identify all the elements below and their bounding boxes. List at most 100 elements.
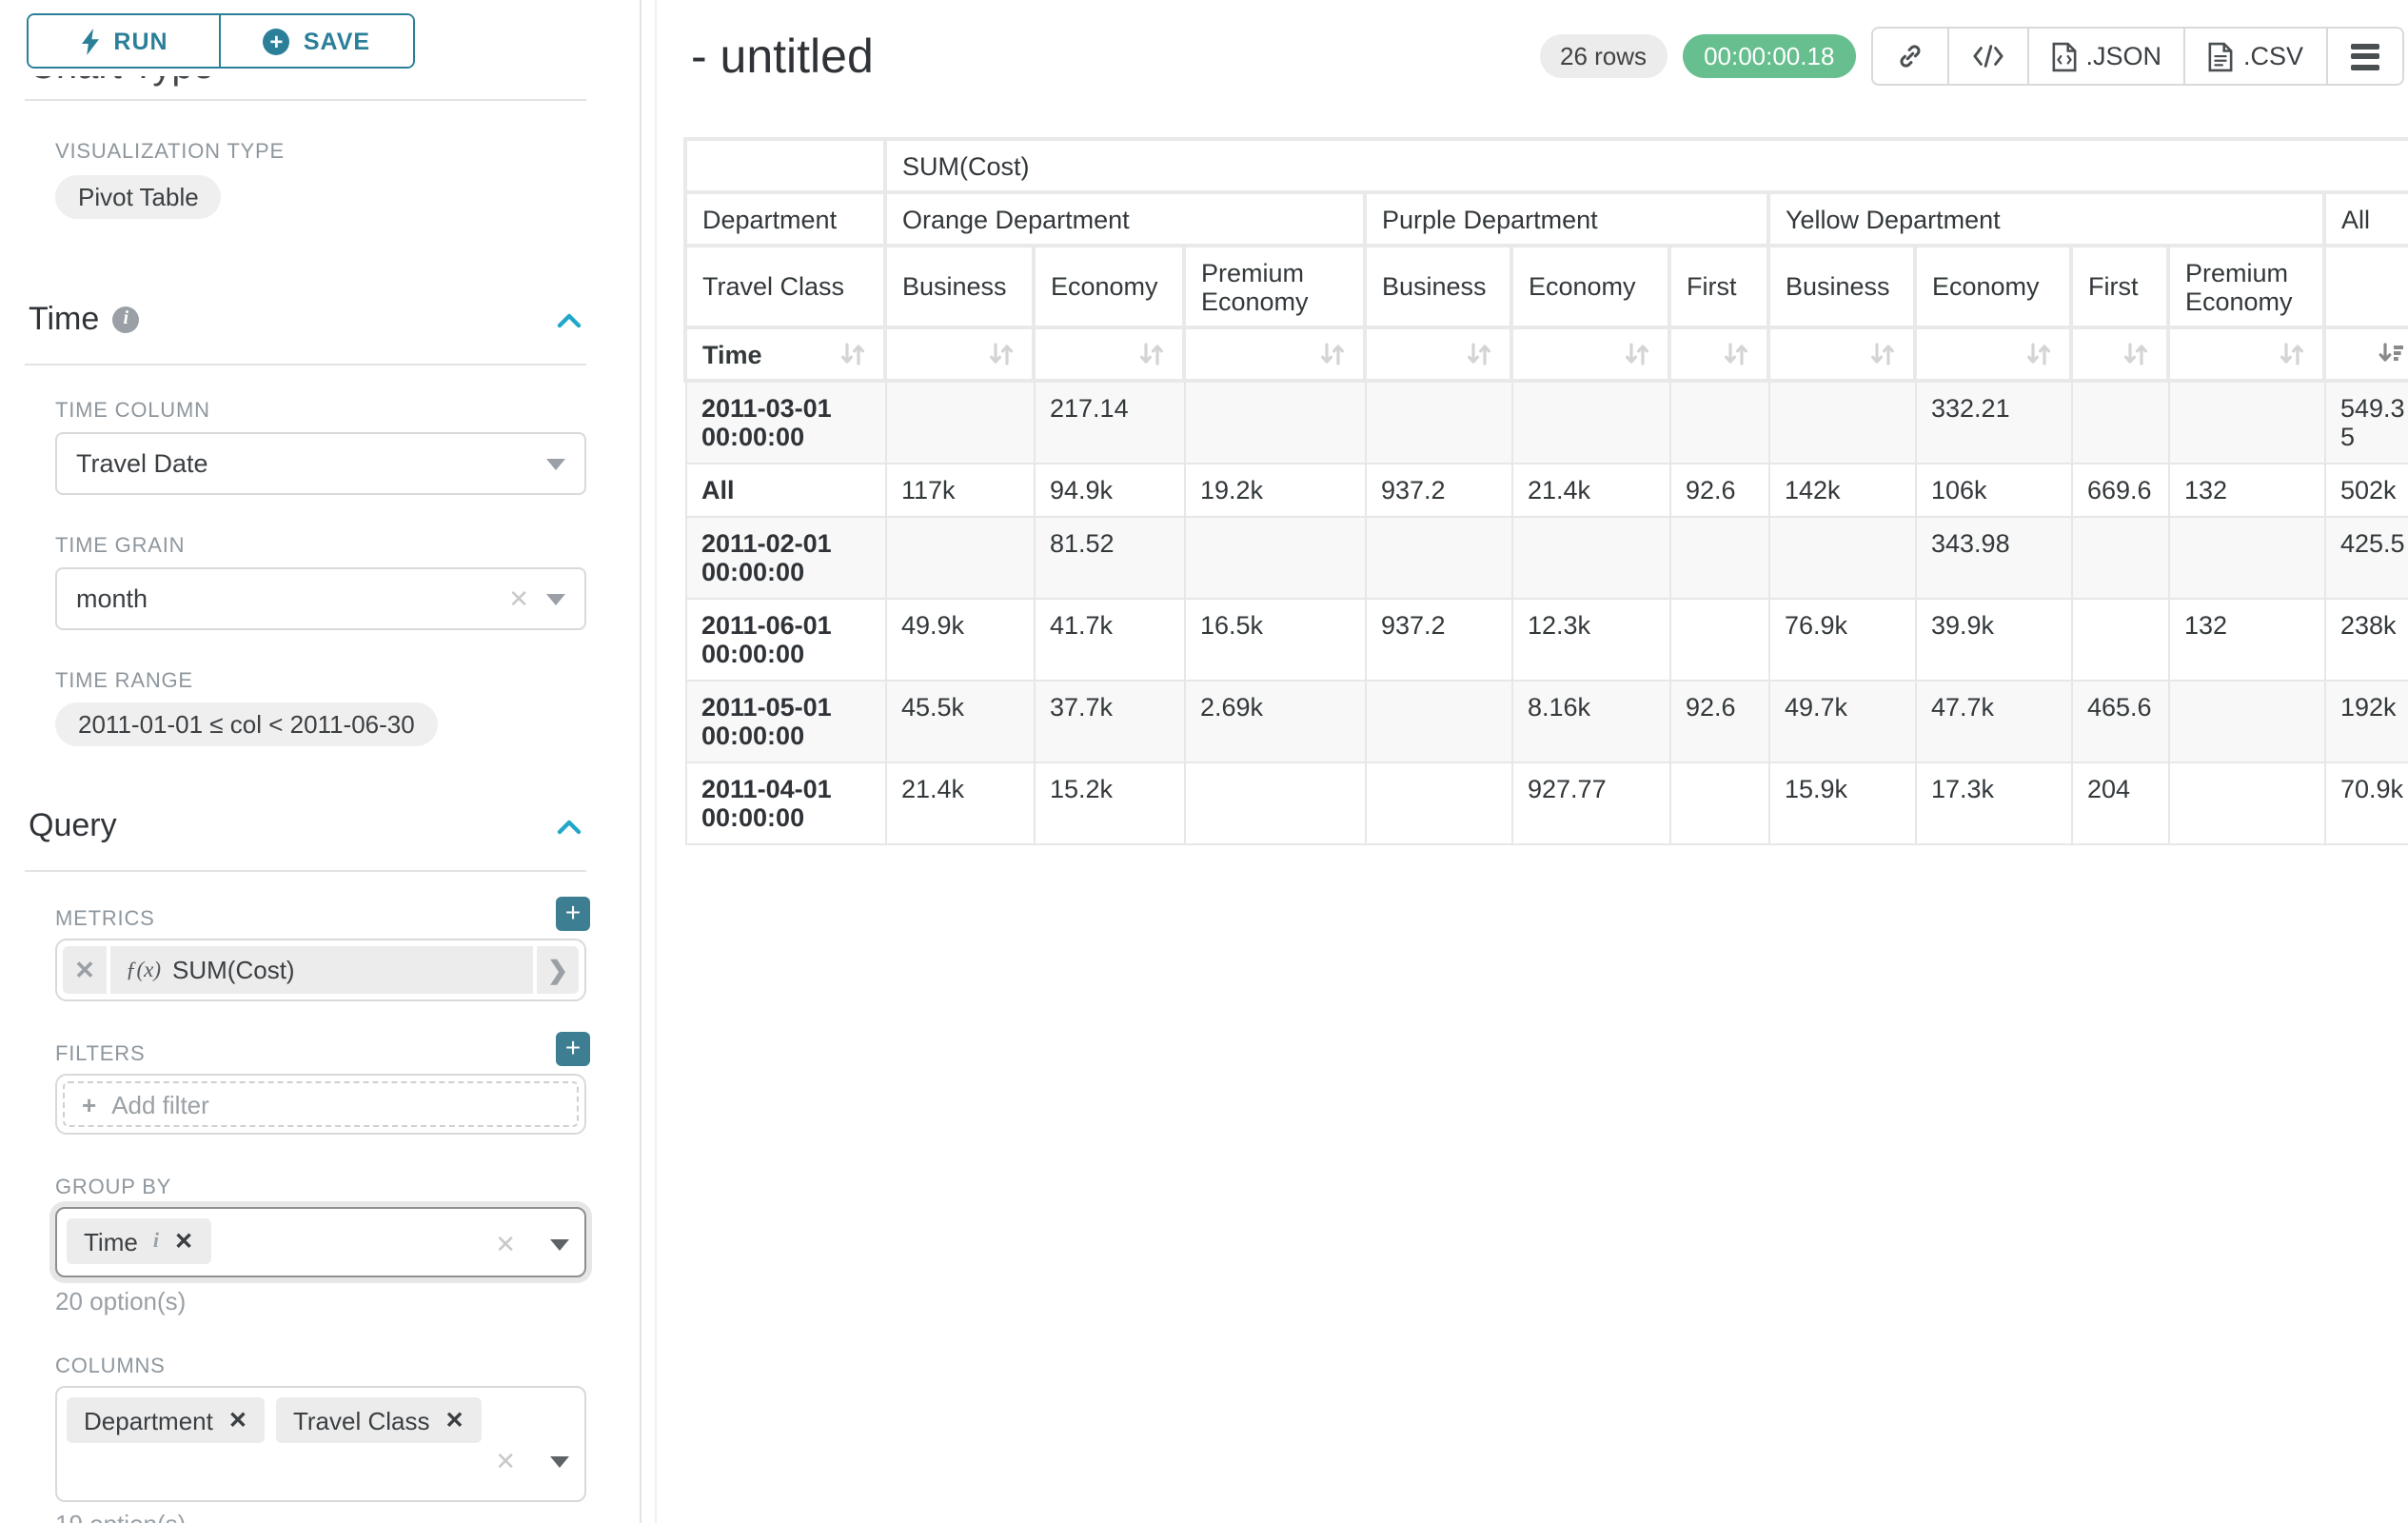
sort-header[interactable] xyxy=(1034,327,1184,381)
sort-header[interactable] xyxy=(1365,327,1511,381)
info-icon[interactable]: i xyxy=(153,1230,159,1253)
chart-title[interactable]: - untitled xyxy=(691,30,874,86)
group-by-select[interactable]: Time i ✕ ✕ xyxy=(55,1207,586,1277)
chevron-right-icon[interactable]: ❯ xyxy=(533,946,579,994)
travel-class-header: Economy xyxy=(1511,246,1669,327)
pivot-cell xyxy=(2071,598,2168,680)
sort-header[interactable] xyxy=(2168,327,2324,381)
close-icon[interactable]: ✕ xyxy=(228,1407,247,1434)
close-icon[interactable]: ✕ xyxy=(445,1407,464,1434)
time-grain-select[interactable]: month ✕ xyxy=(55,567,586,630)
pivot-cell: 47.7k xyxy=(1915,680,2071,762)
close-icon[interactable]: ✕ xyxy=(63,946,110,994)
sort-header[interactable] xyxy=(1669,327,1768,381)
time-section-heading: Time i xyxy=(29,301,139,339)
sort-icon xyxy=(1464,339,1494,369)
pivot-cell: 502k xyxy=(2324,463,2408,516)
chevron-up-icon[interactable] xyxy=(556,815,582,841)
time-range-label: TIME RANGE xyxy=(55,670,193,693)
divider xyxy=(25,99,586,101)
sort-header[interactable] xyxy=(1511,327,1669,381)
time-grain-label: TIME GRAIN xyxy=(55,535,185,558)
columns-chip[interactable]: Department ✕ xyxy=(67,1397,265,1443)
pivot-cell xyxy=(1669,598,1768,680)
sort-header[interactable] xyxy=(1915,327,2071,381)
share-link-button[interactable] xyxy=(1872,29,1946,84)
pivot-corner-cell xyxy=(685,139,885,192)
columns-chip[interactable]: Travel Class ✕ xyxy=(276,1397,482,1443)
chart-panel: - untitled 26 rows 00:00:00.18 xyxy=(657,0,2408,1523)
pivot-cell: 21.4k xyxy=(1511,463,1669,516)
department-group-header: Orange Department xyxy=(885,192,1365,246)
pivot-cell: 2.69k xyxy=(1184,680,1365,762)
pivot-cell: 937.2 xyxy=(1365,463,1511,516)
columns-select[interactable]: Department ✕ Travel Class ✕ ✕ xyxy=(55,1386,586,1502)
info-icon[interactable]: i xyxy=(112,307,139,333)
export-json-button[interactable]: .JSON xyxy=(2026,29,2184,84)
time-column-value: Travel Date xyxy=(76,449,546,478)
chevron-up-icon[interactable] xyxy=(556,308,582,335)
sort-header[interactable] xyxy=(1768,327,1915,381)
visualization-type-pill[interactable]: Pivot Table xyxy=(55,175,222,219)
run-button[interactable]: RUN xyxy=(29,15,219,67)
pivot-cell xyxy=(885,381,1034,463)
save-button[interactable]: + SAVE xyxy=(219,15,413,67)
group-by-options-hint: 20 option(s) xyxy=(55,1287,186,1315)
group-by-chip[interactable]: Time i ✕ xyxy=(67,1218,210,1264)
control-panel: Chart Type RUN + SAVE VISUALIZATION TYPE… xyxy=(0,0,641,1523)
sort-icon xyxy=(986,339,1016,369)
sort-icon xyxy=(838,339,868,369)
row-header: 2011-03-01 00:00:00 xyxy=(685,381,885,463)
code-icon xyxy=(1971,44,2003,69)
sort-header[interactable] xyxy=(885,327,1034,381)
sort-header[interactable] xyxy=(2324,327,2408,381)
department-group-header: Purple Department xyxy=(1365,192,1768,246)
row-header: All xyxy=(685,463,885,516)
travel-class-header: Premium Economy xyxy=(1184,246,1365,327)
close-icon[interactable]: ✕ xyxy=(495,1230,516,1260)
columns-options-hint: 19 option(s) xyxy=(55,1510,186,1523)
pivot-cell xyxy=(1365,381,1511,463)
pivot-cell: 17.3k xyxy=(1915,762,2071,843)
sort-icon xyxy=(1317,339,1348,369)
close-icon[interactable]: ✕ xyxy=(174,1228,193,1255)
pivot-cell: 15.2k xyxy=(1034,762,1184,843)
sort-icon xyxy=(1721,339,1751,369)
time-column-select[interactable]: Travel Date xyxy=(55,432,586,495)
add-filter-plus-button[interactable]: + xyxy=(556,1032,590,1066)
metric-pill[interactable]: ✕ ƒ(x) SUM(Cost) ❯ xyxy=(63,946,579,994)
add-filter-button[interactable]: + Add filter xyxy=(63,1081,579,1127)
pivot-cell: 37.7k xyxy=(1034,680,1184,762)
pivot-cell: 45.5k xyxy=(885,680,1034,762)
pivot-cell xyxy=(2168,516,2324,598)
travel-class-header: Premium Economy xyxy=(2168,246,2324,327)
pivot-cell xyxy=(1184,381,1365,463)
pivot-cell: 8.16k xyxy=(1511,680,1669,762)
pivot-cell: 937.2 xyxy=(1365,598,1511,680)
time-range-pill[interactable]: 2011-01-01 ≤ col < 2011-06-30 xyxy=(55,702,438,746)
close-icon[interactable]: ✕ xyxy=(508,583,529,614)
pivot-cell: 92.6 xyxy=(1669,680,1768,762)
metric-header-cell: SUM(Cost) xyxy=(885,139,2408,192)
panel-resizer[interactable] xyxy=(641,0,657,1523)
file-json-icon xyxy=(2051,41,2076,71)
pivot-cell xyxy=(1365,516,1511,598)
sort-header[interactable] xyxy=(1184,327,1365,381)
add-metric-button[interactable]: + xyxy=(556,897,590,931)
export-csv-button[interactable]: .CSV xyxy=(2184,29,2326,84)
close-icon[interactable]: ✕ xyxy=(495,1447,516,1477)
query-section-heading: Query xyxy=(29,807,117,845)
travel-class-header: Business xyxy=(1768,246,1915,327)
pivot-cell xyxy=(1365,680,1511,762)
chart-menu-button[interactable] xyxy=(2326,29,2402,84)
chip-label: Time xyxy=(84,1227,138,1256)
pivot-cell: 39.9k xyxy=(1915,598,2071,680)
time-sort-header[interactable]: Time xyxy=(685,327,885,381)
save-label: SAVE xyxy=(304,28,370,54)
travel-class-header: First xyxy=(2071,246,2168,327)
pivot-cell: 132 xyxy=(2168,598,2324,680)
view-query-button[interactable] xyxy=(1946,29,2026,84)
link-icon xyxy=(1895,42,1924,70)
sort-header[interactable] xyxy=(2071,327,2168,381)
divider xyxy=(25,364,586,366)
